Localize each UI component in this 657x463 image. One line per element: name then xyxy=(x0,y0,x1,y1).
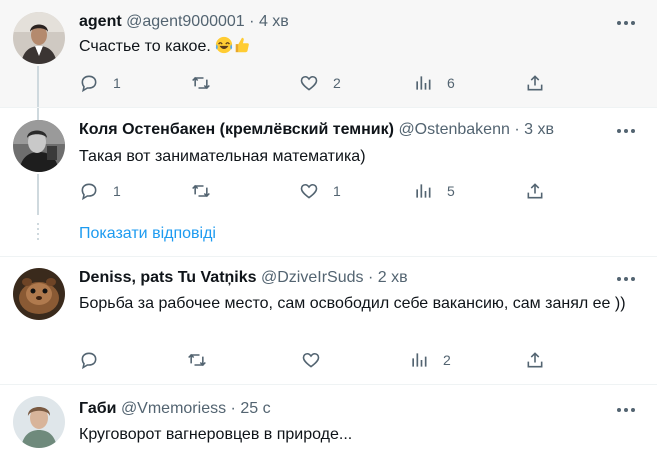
tweet-header: Габи @Vmemoriess · 25 с xyxy=(79,399,271,419)
reply-icon xyxy=(81,183,97,201)
author-name[interactable]: Коля Остенбакен (кремлёвский темник) xyxy=(79,121,394,138)
reply-button[interactable]: 1 xyxy=(79,180,121,202)
view-count: 2 xyxy=(443,352,451,368)
more-options-icon[interactable] xyxy=(617,273,637,285)
tweet-header: Коля Остенбакен (кремлёвский темник) @Os… xyxy=(79,120,554,140)
tweet-3[interactable]: Deniss, pats Tu Vatņiks @DziveIrSuds · 2… xyxy=(0,256,657,384)
views-button[interactable]: 6 xyxy=(413,72,455,94)
show-replies-row[interactable]: Показати відповіді xyxy=(0,215,657,256)
timestamp[interactable]: 2 хв xyxy=(378,269,408,286)
reply-button[interactable]: 1 xyxy=(79,72,121,94)
share-icon xyxy=(527,352,543,368)
retweet-button[interactable] xyxy=(187,349,207,371)
separator: · xyxy=(249,13,255,30)
like-button[interactable]: 1 xyxy=(299,180,341,202)
thread-line xyxy=(37,174,39,215)
tweet-header: agent @agent9000001 · 4 хв xyxy=(79,12,289,32)
heart-icon xyxy=(300,183,318,199)
share-button[interactable] xyxy=(525,72,545,94)
show-replies-link[interactable]: Показати відповіді xyxy=(79,225,216,243)
more-options-icon[interactable] xyxy=(617,17,637,29)
thread-dots xyxy=(37,223,39,243)
tweet-actions: 1 2 6 xyxy=(79,72,619,94)
author-handle[interactable]: @agent9000001 xyxy=(126,13,245,30)
like-button[interactable] xyxy=(301,349,321,371)
like-button[interactable]: 2 xyxy=(299,72,341,94)
author-handle[interactable]: @Vmemoriess xyxy=(121,400,226,417)
reply-count: 1 xyxy=(113,183,121,199)
reply-icon xyxy=(81,75,97,93)
reply-button[interactable] xyxy=(79,349,99,371)
author-handle[interactable]: @DziveIrSuds xyxy=(261,269,364,286)
heart-icon xyxy=(302,352,320,368)
separator: · xyxy=(514,121,520,138)
like-count: 2 xyxy=(333,75,341,91)
more-options-icon[interactable] xyxy=(617,404,637,416)
tweet-header: Deniss, pats Tu Vatņiks @DziveIrSuds · 2… xyxy=(79,268,408,288)
retweet-icon xyxy=(192,184,210,198)
tweet-2[interactable]: Коля Остенбакен (кремлёвский темник) @Os… xyxy=(0,108,657,215)
reply-count: 1 xyxy=(113,75,121,91)
tweet-text-content: Счастье то какое. xyxy=(79,38,216,55)
view-count: 5 xyxy=(447,183,455,199)
retweet-icon xyxy=(188,353,206,367)
tweet-4[interactable]: Габи @Vmemoriess · 25 с Круговорот вагне… xyxy=(0,384,657,463)
tweet-text: Борьба за рабочее место, сам освободил с… xyxy=(79,295,626,312)
views-chart-icon xyxy=(412,353,427,367)
separator: · xyxy=(367,269,374,286)
thumbs-up-emoji xyxy=(235,37,250,53)
view-count: 6 xyxy=(447,75,455,91)
tweet-text: Круговорот вагнеровцев в природе... xyxy=(79,426,353,443)
share-button[interactable] xyxy=(525,180,545,202)
avatar[interactable] xyxy=(13,12,65,64)
share-icon xyxy=(527,75,543,91)
views-chart-icon xyxy=(416,184,431,198)
share-icon xyxy=(527,183,543,199)
heart-icon xyxy=(300,75,318,91)
tweet-text: Счастье то какое. xyxy=(79,36,639,58)
retweet-button[interactable] xyxy=(191,180,211,202)
separator: · xyxy=(230,400,236,417)
views-button[interactable]: 2 xyxy=(409,349,451,371)
author-name[interactable]: Deniss, pats Tu Vatņiks xyxy=(79,269,257,286)
retweet-button[interactable] xyxy=(191,72,211,94)
timestamp[interactable]: 25 с xyxy=(240,400,270,417)
tweet-actions: 2 xyxy=(79,349,619,371)
timestamp[interactable]: 3 хв xyxy=(524,121,554,138)
avatar[interactable] xyxy=(13,268,65,320)
views-button[interactable]: 5 xyxy=(413,180,455,202)
thread-line xyxy=(37,66,39,108)
tweet-1[interactable]: agent @agent9000001 · 4 хв Счастье то ка… xyxy=(0,0,657,108)
reply-icon xyxy=(81,352,97,370)
author-name[interactable]: Габи xyxy=(79,400,116,417)
avatar[interactable] xyxy=(13,120,65,172)
like-count: 1 xyxy=(333,183,341,199)
retweet-icon xyxy=(192,76,210,90)
views-chart-icon xyxy=(416,76,431,90)
tweet-actions: 1 1 5 xyxy=(79,180,619,202)
share-button[interactable] xyxy=(525,349,545,371)
more-options-icon[interactable] xyxy=(617,125,637,137)
timestamp[interactable]: 4 хв xyxy=(259,13,289,30)
avatar[interactable] xyxy=(13,396,65,448)
thread-line xyxy=(37,108,39,120)
author-handle[interactable]: @Ostenbakenn xyxy=(398,121,509,138)
tweet-text: Такая вот занимательная математика) xyxy=(79,148,366,165)
laughing-tears-emoji xyxy=(216,36,233,54)
author-name[interactable]: agent xyxy=(79,13,122,30)
